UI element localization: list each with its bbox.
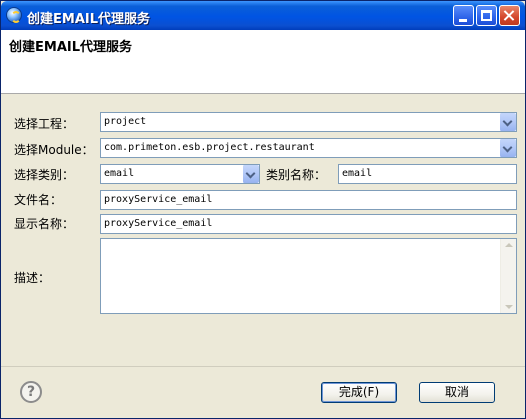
type-value: email xyxy=(104,168,135,179)
minimize-icon xyxy=(459,19,467,22)
project-label: 选择工程： xyxy=(14,117,75,131)
scroll-down-icon[interactable] xyxy=(505,305,513,309)
chevron-down-icon[interactable] xyxy=(242,165,259,183)
project-value: project xyxy=(104,116,147,127)
description-scrollbar[interactable] xyxy=(500,239,516,313)
type-label: 选择类别： xyxy=(14,168,75,182)
filename-field[interactable]: proxyService_email xyxy=(100,190,517,210)
type-name-label: 类别名称： xyxy=(266,168,327,182)
finish-button[interactable]: 完成(F) xyxy=(321,382,397,403)
title-bar[interactable]: 创建EMAIL代理服务 xyxy=(1,1,525,30)
help-icon[interactable]: ? xyxy=(20,381,42,403)
display-name-label: 显示名称： xyxy=(14,217,75,231)
chevron-down-icon[interactable] xyxy=(499,139,516,157)
module-label: 选择Module： xyxy=(14,143,94,157)
description-label: 描述： xyxy=(14,271,51,285)
project-select[interactable]: project xyxy=(100,112,517,132)
type-select[interactable]: email xyxy=(100,164,260,184)
module-select[interactable]: com.primeton.esb.project.restaurant xyxy=(100,138,517,158)
footer-divider xyxy=(1,366,525,367)
module-value: com.primeton.esb.project.restaurant xyxy=(104,142,315,153)
close-button[interactable] xyxy=(499,5,520,26)
dialog-window: 创建EMAIL代理服务 创建EMAIL代理服务 选择工程： project 选择… xyxy=(0,0,526,419)
app-logo-icon xyxy=(6,7,22,23)
scroll-up-icon[interactable] xyxy=(505,243,513,247)
display-name-field[interactable]: proxyService_email xyxy=(100,214,517,234)
page-title: 创建EMAIL代理服务 xyxy=(9,40,132,55)
chevron-down-icon[interactable] xyxy=(499,113,516,131)
window-title: 创建EMAIL代理服务 xyxy=(27,12,150,27)
close-icon xyxy=(500,6,519,25)
minimize-button[interactable] xyxy=(453,5,474,26)
cancel-button[interactable]: 取消 xyxy=(419,382,495,403)
wizard-banner: 创建EMAIL代理服务 xyxy=(1,30,525,94)
type-name-field[interactable]: email xyxy=(338,164,517,184)
filename-label: 文件名： xyxy=(14,193,63,207)
description-textarea[interactable] xyxy=(100,238,517,314)
maximize-icon xyxy=(481,10,492,21)
maximize-button[interactable] xyxy=(476,5,497,26)
